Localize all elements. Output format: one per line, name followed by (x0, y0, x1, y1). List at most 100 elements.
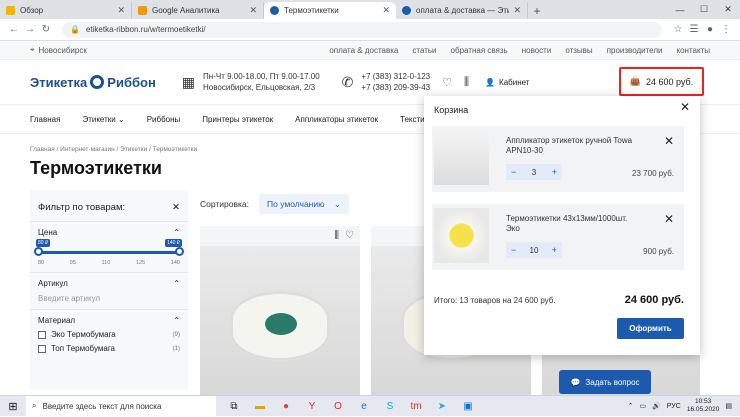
compare-icon[interactable]: ⫼ (334, 230, 339, 241)
top-link[interactable]: отзывы (565, 46, 592, 55)
task-view-icon[interactable]: ⧉ (226, 401, 242, 412)
breadcrumb[interactable]: Главная / Интернет-магазин / Этикетки / … (30, 146, 197, 153)
nav-item[interactable]: Главная (30, 115, 60, 124)
close-tab-icon[interactable]: ✕ (249, 5, 257, 16)
quantity-value[interactable]: 10 (530, 246, 539, 255)
minus-icon[interactable]: − (511, 245, 516, 255)
skype-icon[interactable]: S (382, 401, 398, 412)
menu-icon[interactable]: ⋮ (718, 24, 734, 35)
language-indicator[interactable]: РУС (667, 403, 681, 410)
chevron-up-icon[interactable]: ⌃ (173, 316, 180, 325)
nav-item[interactable]: Аппликаторы этикеток (295, 115, 378, 124)
maximize-icon[interactable]: ☐ (692, 0, 716, 19)
nav-item[interactable]: Риббоны (147, 115, 181, 124)
product-card[interactable]: ⫼ ♡ (200, 226, 360, 396)
logo-text-right: Риббон (107, 74, 156, 90)
browser-tab[interactable]: Обзор ✕ (0, 2, 132, 19)
slider-min-handle[interactable] (34, 247, 43, 256)
opera-icon[interactable]: O (330, 401, 346, 412)
top-link[interactable]: оплата & доставка (329, 46, 398, 55)
quantity-value[interactable]: 3 (532, 168, 536, 177)
browser-tab-active[interactable]: Термоэтикетки ✕ (264, 2, 396, 19)
telegram-icon[interactable]: ➤ (434, 401, 450, 412)
nav-item[interactable]: Этикетки ⌄ (82, 115, 124, 124)
close-tab-icon[interactable]: ✕ (117, 5, 125, 16)
slider-max-handle[interactable] (175, 247, 184, 256)
top-link[interactable]: статьи (412, 46, 436, 55)
volume-icon[interactable]: 🔊 (652, 402, 661, 410)
chevron-up-icon[interactable]: ⌃ (173, 228, 180, 237)
chevron-up-icon[interactable]: ⌃ (173, 279, 180, 288)
remove-item-icon[interactable]: ✕ (664, 134, 674, 148)
top-link[interactable]: производители (607, 46, 663, 55)
close-window-icon[interactable]: ✕ (716, 0, 740, 19)
new-tab-icon[interactable]: + (528, 2, 546, 19)
windows-start-icon[interactable]: ⊞ (0, 400, 26, 413)
chrome-icon[interactable]: ● (278, 401, 294, 412)
cart-button[interactable]: 👜 24 600 руб. (619, 67, 704, 96)
article-input[interactable]: Введите артикул (38, 294, 180, 303)
yandex-icon[interactable]: Y (304, 401, 320, 412)
browser-tab[interactable]: оплата & доставка — Этикетка Ри...✕ (396, 2, 528, 19)
close-tab-icon[interactable]: ✕ (382, 5, 390, 16)
nav-item[interactable]: Принтеры этикеток (202, 115, 273, 124)
top-link[interactable]: контакты (677, 46, 710, 55)
close-icon[interactable]: ✕ (680, 100, 690, 114)
phone-link[interactable]: +7 (383) 312-0-123 (361, 71, 430, 82)
phone-link[interactable]: +7 (383) 209-39-43 (361, 82, 430, 93)
windows-taskbar: ⊞ ⌕ Введите здесь текст для поиска ⧉ ▬ ● … (0, 395, 740, 417)
network-icon[interactable]: ▭ (639, 402, 646, 410)
site-logo[interactable]: Этикетка Риббон (30, 75, 156, 90)
back-icon[interactable]: ← (6, 24, 22, 35)
ask-question-button[interactable]: 💬 Задать вопрос (559, 370, 651, 394)
heart-icon[interactable]: ♡ (442, 76, 452, 89)
star-icon[interactable]: ☆ (670, 24, 686, 35)
url-input[interactable]: 🔒 etiketka-ribbon.ru/w/termoetiketki/ (62, 21, 662, 38)
checkbox[interactable] (38, 344, 46, 353)
logo-circle-icon (90, 75, 105, 89)
product-thumbnail[interactable] (434, 208, 489, 263)
top-link[interactable]: новости (522, 46, 552, 55)
product-thumbnail[interactable] (434, 130, 489, 185)
filter-panel: Фильтр по товарам: ✕ Цена ⌃ 80 ₽ 140 ₽ 80 … (30, 190, 188, 390)
cart-item-price: 23 700 руб. (632, 169, 674, 178)
notifications-icon[interactable]: ▤ (725, 402, 732, 410)
cart-item-name[interactable]: Термоэтикетки 43х13мм/1000шт. Эко (506, 214, 636, 234)
forward-icon[interactable]: → (22, 24, 38, 35)
browser-tab[interactable]: Google Аналитика ✕ (132, 2, 264, 19)
top-link[interactable]: обратная связь (451, 46, 508, 55)
app-icon[interactable]: tm (408, 401, 424, 412)
account-icon[interactable]: ● (702, 24, 718, 35)
quantity-stepper[interactable]: − 10 + (506, 242, 562, 258)
product-image[interactable] (200, 246, 360, 396)
checkbox[interactable] (38, 330, 46, 339)
reload-icon[interactable]: ↻ (38, 24, 54, 35)
quantity-stepper[interactable]: − 3 + (506, 164, 562, 180)
clock[interactable]: 10:53 16.05.2020 (687, 398, 720, 414)
tray-arrow-icon[interactable]: ⌃ (628, 402, 634, 410)
plus-icon[interactable]: + (552, 167, 557, 177)
remove-item-icon[interactable]: ✕ (664, 212, 674, 226)
close-tab-icon[interactable]: ✕ (513, 5, 521, 16)
card-icons: ⫼ ♡ (334, 230, 354, 241)
edge-icon[interactable]: e (356, 401, 372, 412)
taskbar-search[interactable]: ⌕ Введите здесь текст для поиска (26, 395, 216, 417)
sort-select[interactable]: По умолчанию ⌄ (259, 194, 350, 214)
cabinet-link[interactable]: 👤 Кабинет (485, 78, 529, 87)
material-option[interactable]: Топ Термобумага (1) (38, 344, 180, 353)
heart-icon[interactable]: ♡ (345, 230, 354, 241)
city-selector[interactable]: ⌖ Новосибирск (30, 45, 87, 55)
cart-item-name[interactable]: Аппликатор этикеток ручной Towa APN10-30 (506, 136, 636, 156)
checkout-button[interactable]: Оформить (617, 318, 684, 339)
explorer-icon[interactable]: ▬ (252, 401, 268, 412)
cart-total-sum: 24 600 руб. (624, 294, 684, 306)
minimize-icon[interactable]: — (668, 0, 692, 19)
close-icon[interactable]: ✕ (172, 202, 180, 213)
compare-icon[interactable]: ⫼ (464, 76, 469, 89)
plus-icon[interactable]: + (552, 245, 557, 255)
extensions-icon[interactable]: ☰ (686, 24, 702, 35)
price-slider[interactable]: 80 ₽ 140 ₽ (34, 239, 184, 256)
minus-icon[interactable]: − (511, 167, 516, 177)
photos-icon[interactable]: ▣ (460, 401, 476, 412)
material-option[interactable]: Эко Термобумага (9) (38, 330, 180, 339)
